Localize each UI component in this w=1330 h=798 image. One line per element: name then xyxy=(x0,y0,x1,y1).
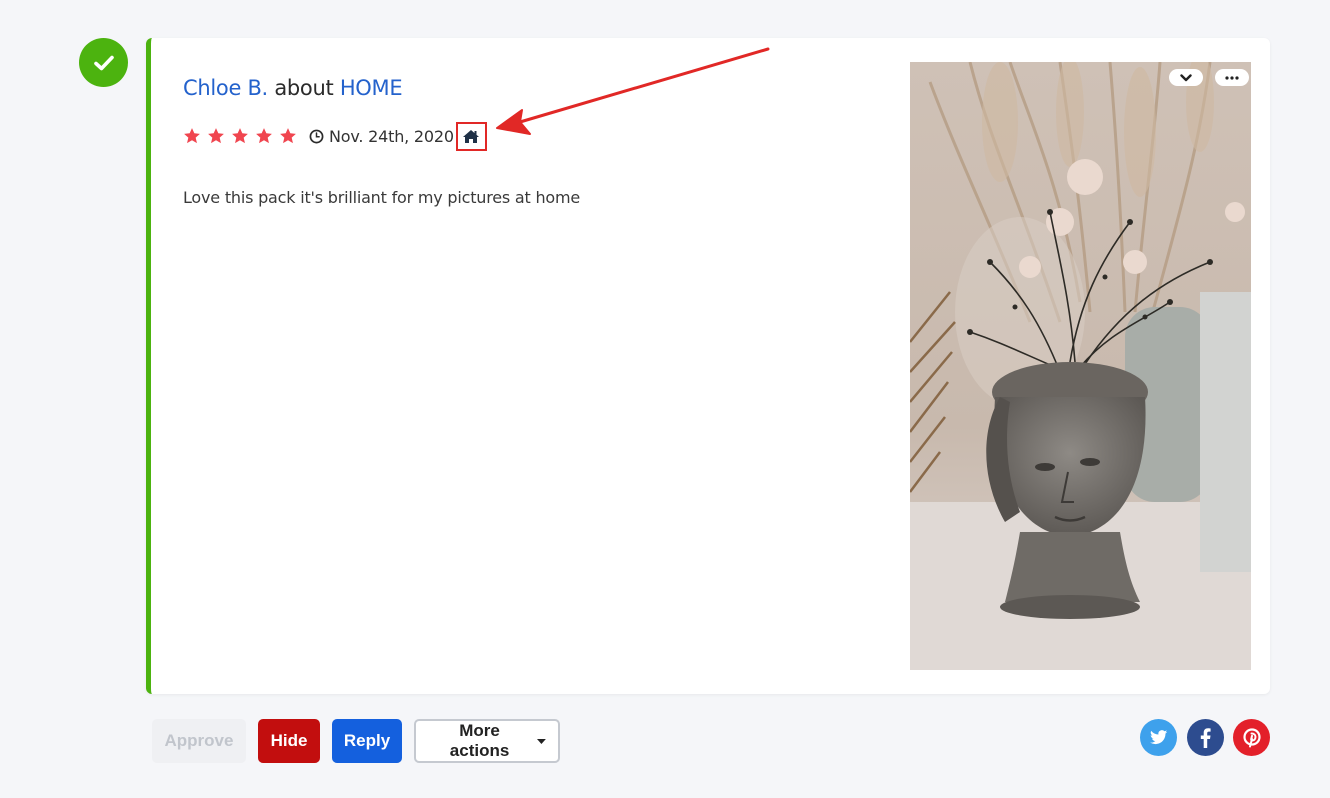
star-icon xyxy=(184,128,200,144)
review-body: Love this pack it's brilliant for my pic… xyxy=(183,188,581,207)
reply-button[interactable]: Reply xyxy=(332,719,402,763)
more-actions-label: More actions xyxy=(449,721,510,760)
star-rating xyxy=(183,127,297,145)
star-icon xyxy=(232,128,248,144)
author-link[interactable]: Chloe B. xyxy=(183,76,268,100)
about-text: about xyxy=(274,76,334,100)
facebook-icon xyxy=(1200,727,1211,748)
photo-dropdown-button[interactable] xyxy=(1169,69,1203,86)
share-facebook-button[interactable] xyxy=(1187,719,1224,756)
share-twitter-button[interactable] xyxy=(1140,719,1177,756)
review-photo[interactable] xyxy=(910,62,1251,670)
star-icon xyxy=(280,128,296,144)
source-highlight-box xyxy=(455,121,487,151)
check-icon xyxy=(93,55,114,70)
ellipsis-icon xyxy=(1225,75,1239,80)
product-link[interactable]: HOME xyxy=(340,76,403,100)
more-actions-button[interactable]: More actions xyxy=(414,719,560,763)
clock-icon xyxy=(309,129,324,143)
caret-down-icon xyxy=(537,738,546,744)
review-date: Nov. 24th, 2020 xyxy=(329,126,454,146)
approve-button[interactable]: Approve xyxy=(152,719,246,763)
approved-status-badge xyxy=(79,38,128,87)
star-icon xyxy=(256,128,272,144)
photo-more-button[interactable] xyxy=(1215,69,1249,86)
twitter-icon xyxy=(1149,730,1167,745)
review-actions: Approve Hide Reply More actions xyxy=(152,719,560,763)
pinterest-icon xyxy=(1242,727,1261,747)
photo-illustration xyxy=(910,62,1251,670)
review-card: Chloe B. about HOME Nov. 24th, 2020 Love… xyxy=(146,38,1270,694)
star-icon xyxy=(208,128,224,144)
share-pinterest-button[interactable] xyxy=(1233,719,1270,756)
hide-button[interactable]: Hide xyxy=(258,719,320,763)
home-icon[interactable] xyxy=(462,129,480,144)
review-title: Chloe B. about HOME xyxy=(183,74,403,102)
review-meta: Nov. 24th, 2020 xyxy=(183,121,487,151)
chevron-down-icon xyxy=(1180,73,1192,81)
